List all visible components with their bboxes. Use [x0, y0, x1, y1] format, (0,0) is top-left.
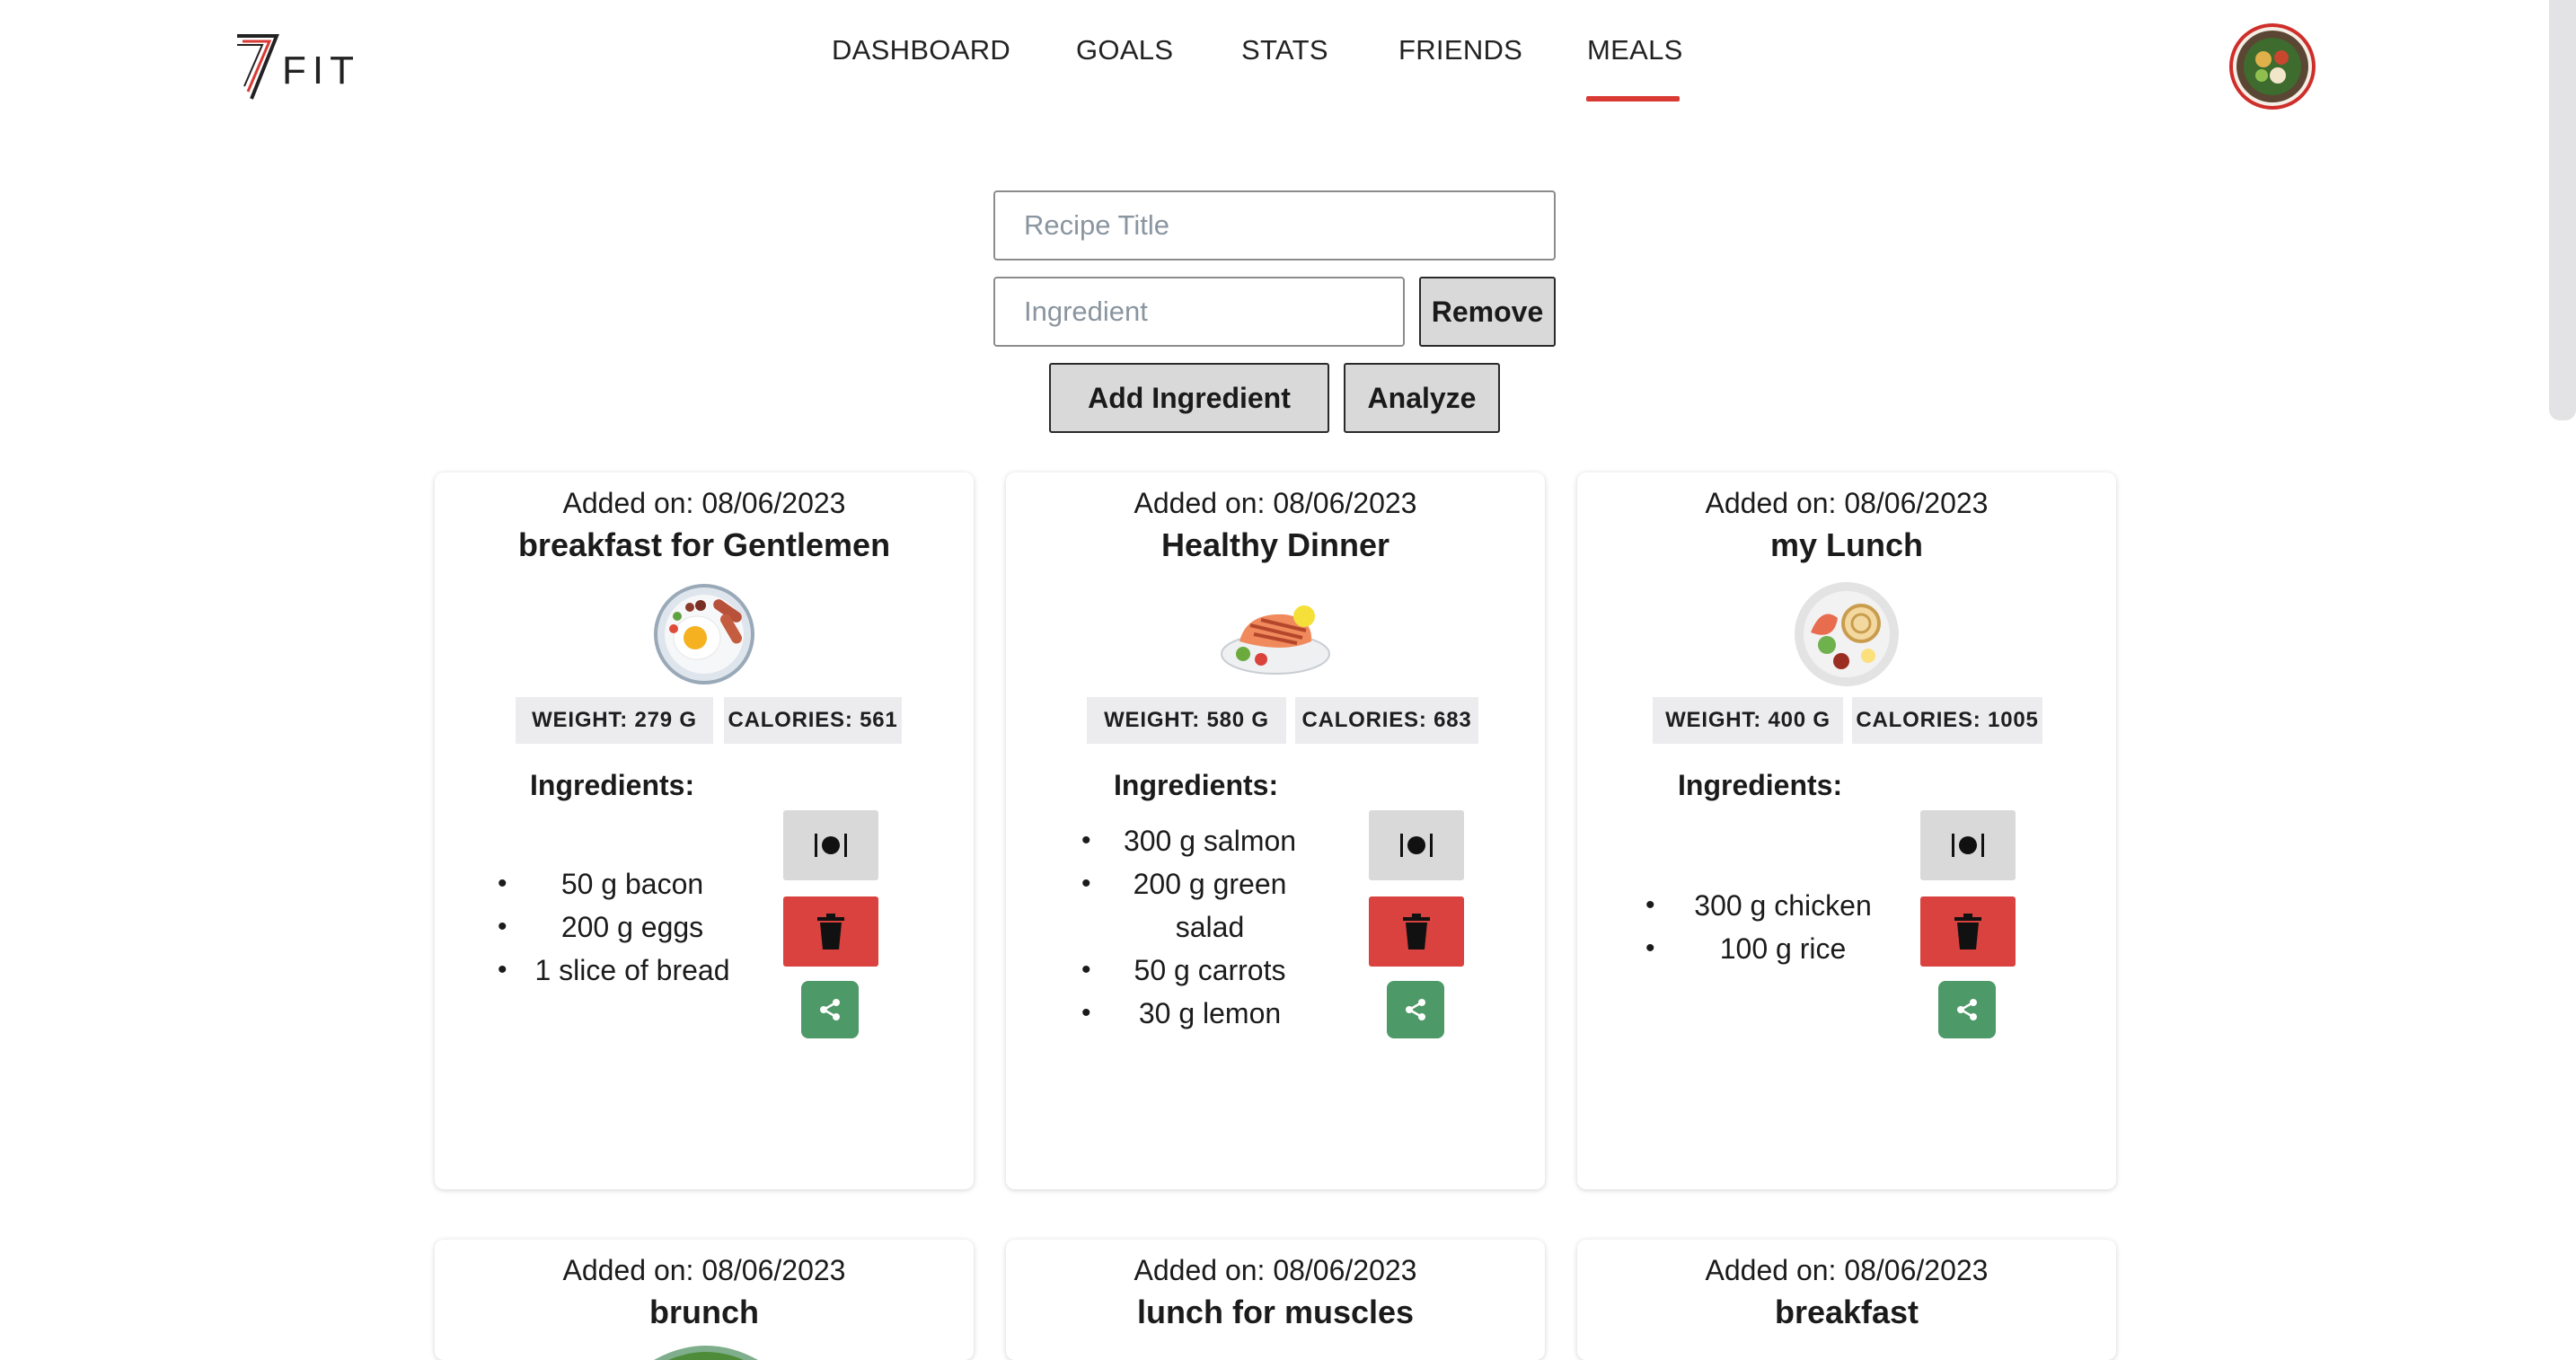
card-date: Added on: 08/06/2023	[1705, 1254, 1989, 1286]
calories-badge: CALORIES: 1005	[1852, 697, 2042, 744]
card-title: Healthy Dinner	[1160, 526, 1390, 563]
brunch-plate-icon	[654, 1346, 758, 1360]
nav-stats[interactable]: STATS	[1241, 34, 1328, 66]
avatar-food-icon	[2236, 31, 2308, 102]
trash-icon	[1954, 914, 1981, 949]
ingredient-item: 50 g bacon	[498, 862, 735, 905]
ingredient-item: 300 g salmon	[1081, 819, 1306, 862]
scrollbar-thumb[interactable]	[2549, 0, 2576, 420]
ingredients-list: 300 g salmon 200 g green salad 50 g carr…	[1081, 819, 1306, 1035]
avatar[interactable]	[2229, 23, 2316, 110]
weight-badge: WEIGHT: 279 G	[516, 697, 713, 744]
share-icon	[820, 999, 840, 1020]
card-title: breakfast	[1774, 1294, 1919, 1330]
delete-meal-button[interactable]	[1920, 896, 2016, 967]
ingredients-list: 300 g chicken 100 g rice	[1645, 884, 1888, 970]
meal-card: Added on: 08/06/2023 lunch for muscles	[1006, 1240, 1545, 1360]
breakfast-plate-icon	[654, 584, 754, 684]
nav-friends[interactable]: FRIENDS	[1398, 34, 1522, 66]
card-date: Added on: 08/06/2023	[562, 1254, 846, 1286]
ingredient-input[interactable]	[993, 277, 1405, 347]
recipe-title-input[interactable]	[993, 190, 1556, 261]
share-meal-button[interactable]	[801, 981, 859, 1038]
card-date: Added on: 08/06/2023	[562, 487, 846, 519]
share-meal-button[interactable]	[1938, 981, 1996, 1038]
log-meal-button[interactable]	[1369, 810, 1464, 880]
delete-meal-button[interactable]	[783, 896, 878, 967]
ingredient-item: 100 g rice	[1645, 927, 1888, 970]
meal-card: Added on: 08/06/2023 brunch	[435, 1240, 974, 1360]
ingredient-item: 200 g green	[1081, 862, 1306, 905]
ingredient-item-continued: salad	[1175, 911, 1245, 943]
card-date: Added on: 08/06/2023	[1134, 487, 1417, 519]
delete-meal-button[interactable]	[1369, 896, 1464, 967]
card-date: Added on: 08/06/2023	[1705, 487, 1989, 519]
add-ingredient-button[interactable]: Add Ingredient	[1049, 363, 1329, 433]
ingredients-heading: Ingredients:	[530, 769, 695, 801]
meal-card: Added on: 08/06/2023 breakfast for Gentl…	[435, 472, 974, 1189]
ingredients-list: 50 g bacon 200 g eggs 1 slice of bread	[498, 862, 735, 992]
ingredient-item: 30 g lemon	[1081, 992, 1306, 1035]
log-meal-button[interactable]	[1920, 810, 2016, 880]
share-icon	[1406, 999, 1425, 1020]
active-nav-underline	[1586, 96, 1680, 102]
share-icon	[1957, 999, 1977, 1020]
weight-badge: WEIGHT: 400 G	[1653, 697, 1843, 744]
remove-button[interactable]: Remove	[1419, 277, 1556, 347]
meal-card: Added on: 08/06/2023 Healthy Dinner WEIG…	[1006, 472, 1545, 1189]
nav-meals[interactable]: MEALS	[1587, 34, 1683, 66]
ingredient-item: 1 slice of bread	[498, 949, 735, 992]
plate-utensils-icon	[1952, 834, 1984, 857]
ingredients-heading: Ingredients:	[1114, 769, 1279, 801]
card-title: lunch for muscles	[1136, 1294, 1415, 1330]
card-date: Added on: 08/06/2023	[1134, 1254, 1417, 1286]
meal-card: Added on: 08/06/2023 my Lunch WEIGHT: 40…	[1577, 472, 2116, 1189]
ingredient-item: 50 g carrots	[1081, 949, 1306, 992]
log-meal-button[interactable]	[783, 810, 878, 880]
calories-badge: CALORIES: 683	[1295, 697, 1478, 744]
trash-icon	[817, 914, 844, 949]
card-title: brunch	[649, 1294, 759, 1330]
ingredients-heading: Ingredients:	[1678, 769, 1843, 801]
card-title: breakfast for Gentlemen	[517, 526, 891, 563]
plate-utensils-icon	[1400, 834, 1433, 857]
nav-goals[interactable]: GOALS	[1076, 34, 1173, 66]
share-meal-button[interactable]	[1387, 981, 1444, 1038]
ingredient-item: 300 g chicken	[1645, 884, 1888, 927]
lunch-plate-icon	[1795, 582, 1899, 686]
ingredient-item: 200 g eggs	[498, 905, 735, 949]
card-title: my Lunch	[1769, 526, 1923, 563]
trash-icon	[1403, 914, 1430, 949]
weight-badge: WEIGHT: 580 G	[1087, 697, 1286, 744]
plate-utensils-icon	[815, 834, 847, 857]
main-nav: DASHBOARD GOALS STATS FRIENDS MEALS	[0, 34, 2576, 106]
nav-dashboard[interactable]: DASHBOARD	[832, 34, 1010, 66]
meal-card: Added on: 08/06/2023 breakfast	[1577, 1240, 2116, 1360]
analyze-button[interactable]: Analyze	[1344, 363, 1500, 433]
calories-badge: CALORIES: 561	[724, 697, 902, 744]
salmon-plate-icon	[1221, 605, 1330, 675]
